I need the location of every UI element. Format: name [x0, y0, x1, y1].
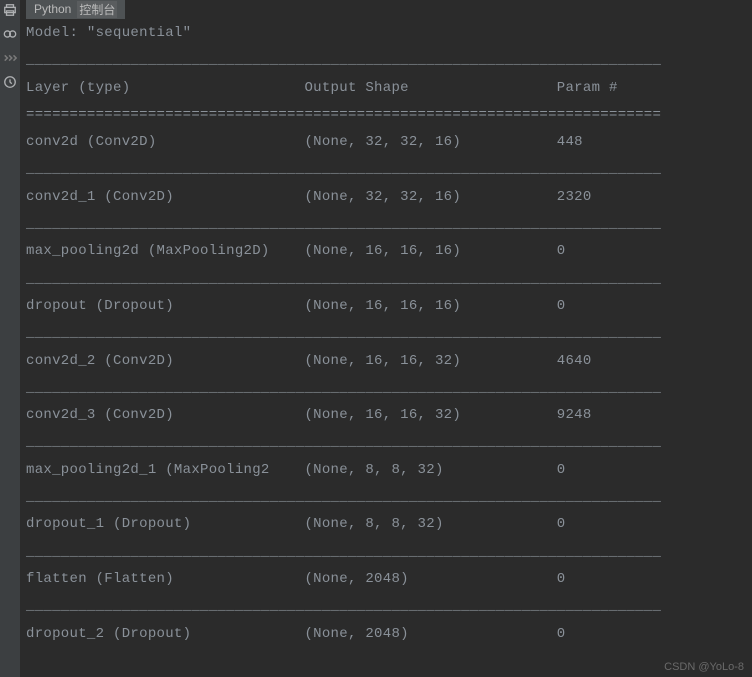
tab-python-console[interactable]: Python 控制台 [26, 0, 125, 19]
clock-icon[interactable] [2, 74, 18, 90]
tab-lang-label: Python [34, 2, 71, 16]
console-output[interactable]: Model: "sequential" ____________________… [26, 20, 746, 648]
chevrons-icon[interactable] [2, 50, 18, 66]
tab-console-label: 控制台 [77, 1, 117, 18]
print-icon[interactable] [2, 2, 18, 18]
left-toolbar [0, 0, 20, 677]
tab-bar: Python 控制台 [26, 0, 746, 18]
watermark: CSDN @YoLo-8 [664, 661, 744, 673]
console-panel: Python 控制台 Model: "sequential" _________… [20, 0, 752, 677]
loop-icon[interactable] [2, 26, 18, 42]
